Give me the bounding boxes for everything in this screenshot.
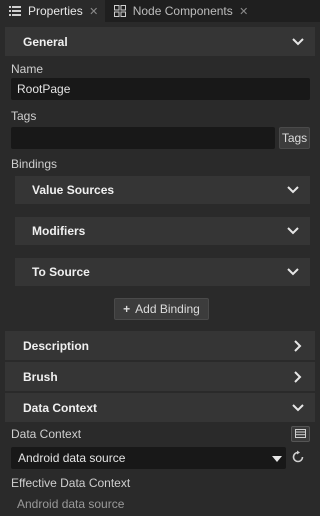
general-section-title: General (23, 34, 68, 49)
tab-node-components[interactable]: Node Components ✕ (105, 0, 255, 22)
reset-button[interactable] (289, 449, 307, 467)
close-icon[interactable]: ✕ (239, 5, 249, 18)
tags-label: Tags (11, 109, 37, 123)
add-binding-button[interactable]: + Add Binding (114, 298, 209, 320)
data-context-select[interactable]: Android data source (11, 447, 286, 469)
chevron-down-icon (291, 401, 305, 415)
modifiers-header[interactable]: Modifiers (15, 217, 310, 245)
brush-section-title: Brush (23, 369, 58, 384)
to-source-header[interactable]: To Source (15, 258, 310, 286)
value-sources-header[interactable]: Value Sources (15, 176, 310, 204)
data-context-editor-button[interactable] (291, 426, 310, 442)
effective-data-context-label: Effective Data Context (11, 476, 131, 490)
close-icon[interactable]: ✕ (89, 5, 99, 18)
plus-icon: + (123, 302, 131, 316)
chevron-down-icon (291, 35, 305, 49)
tags-field[interactable] (11, 127, 275, 149)
table-icon (295, 427, 306, 441)
chevron-down-icon (286, 265, 300, 279)
description-section-header[interactable]: Description (5, 331, 315, 360)
components-icon (113, 4, 127, 18)
list-icon (8, 4, 22, 18)
tab-properties[interactable]: Properties ✕ (0, 0, 105, 22)
name-field[interactable]: RootPage (11, 78, 310, 100)
description-section-title: Description (23, 338, 90, 353)
name-label: Name (11, 62, 44, 76)
general-section-header[interactable]: General (5, 27, 315, 56)
data-context-label: Data Context (11, 427, 82, 441)
brush-section-header[interactable]: Brush (5, 362, 315, 391)
tab-node-components-label: Node Components (132, 4, 233, 18)
bindings-label: Bindings (11, 157, 58, 171)
tab-properties-label: Properties (28, 4, 83, 18)
value-sources-title: Value Sources (32, 183, 115, 197)
data-context-selected: Android data source (18, 451, 126, 465)
data-context-section-header[interactable]: Data Context (5, 393, 315, 422)
chevron-down-icon (286, 183, 300, 197)
chevron-right-icon (291, 370, 305, 384)
reset-icon (291, 450, 305, 467)
dropdown-arrow-icon (272, 451, 282, 465)
modifiers-title: Modifiers (32, 224, 86, 238)
effective-data-context-value: Android data source (17, 497, 125, 511)
chevron-down-icon (286, 224, 300, 238)
chevron-right-icon (291, 339, 305, 353)
to-source-title: To Source (32, 265, 90, 279)
tags-button[interactable]: Tags (279, 127, 310, 149)
add-binding-label: Add Binding (135, 302, 200, 316)
data-context-section-title: Data Context (23, 400, 98, 415)
tab-bar: Properties ✕ Node Components ✕ (0, 0, 320, 22)
